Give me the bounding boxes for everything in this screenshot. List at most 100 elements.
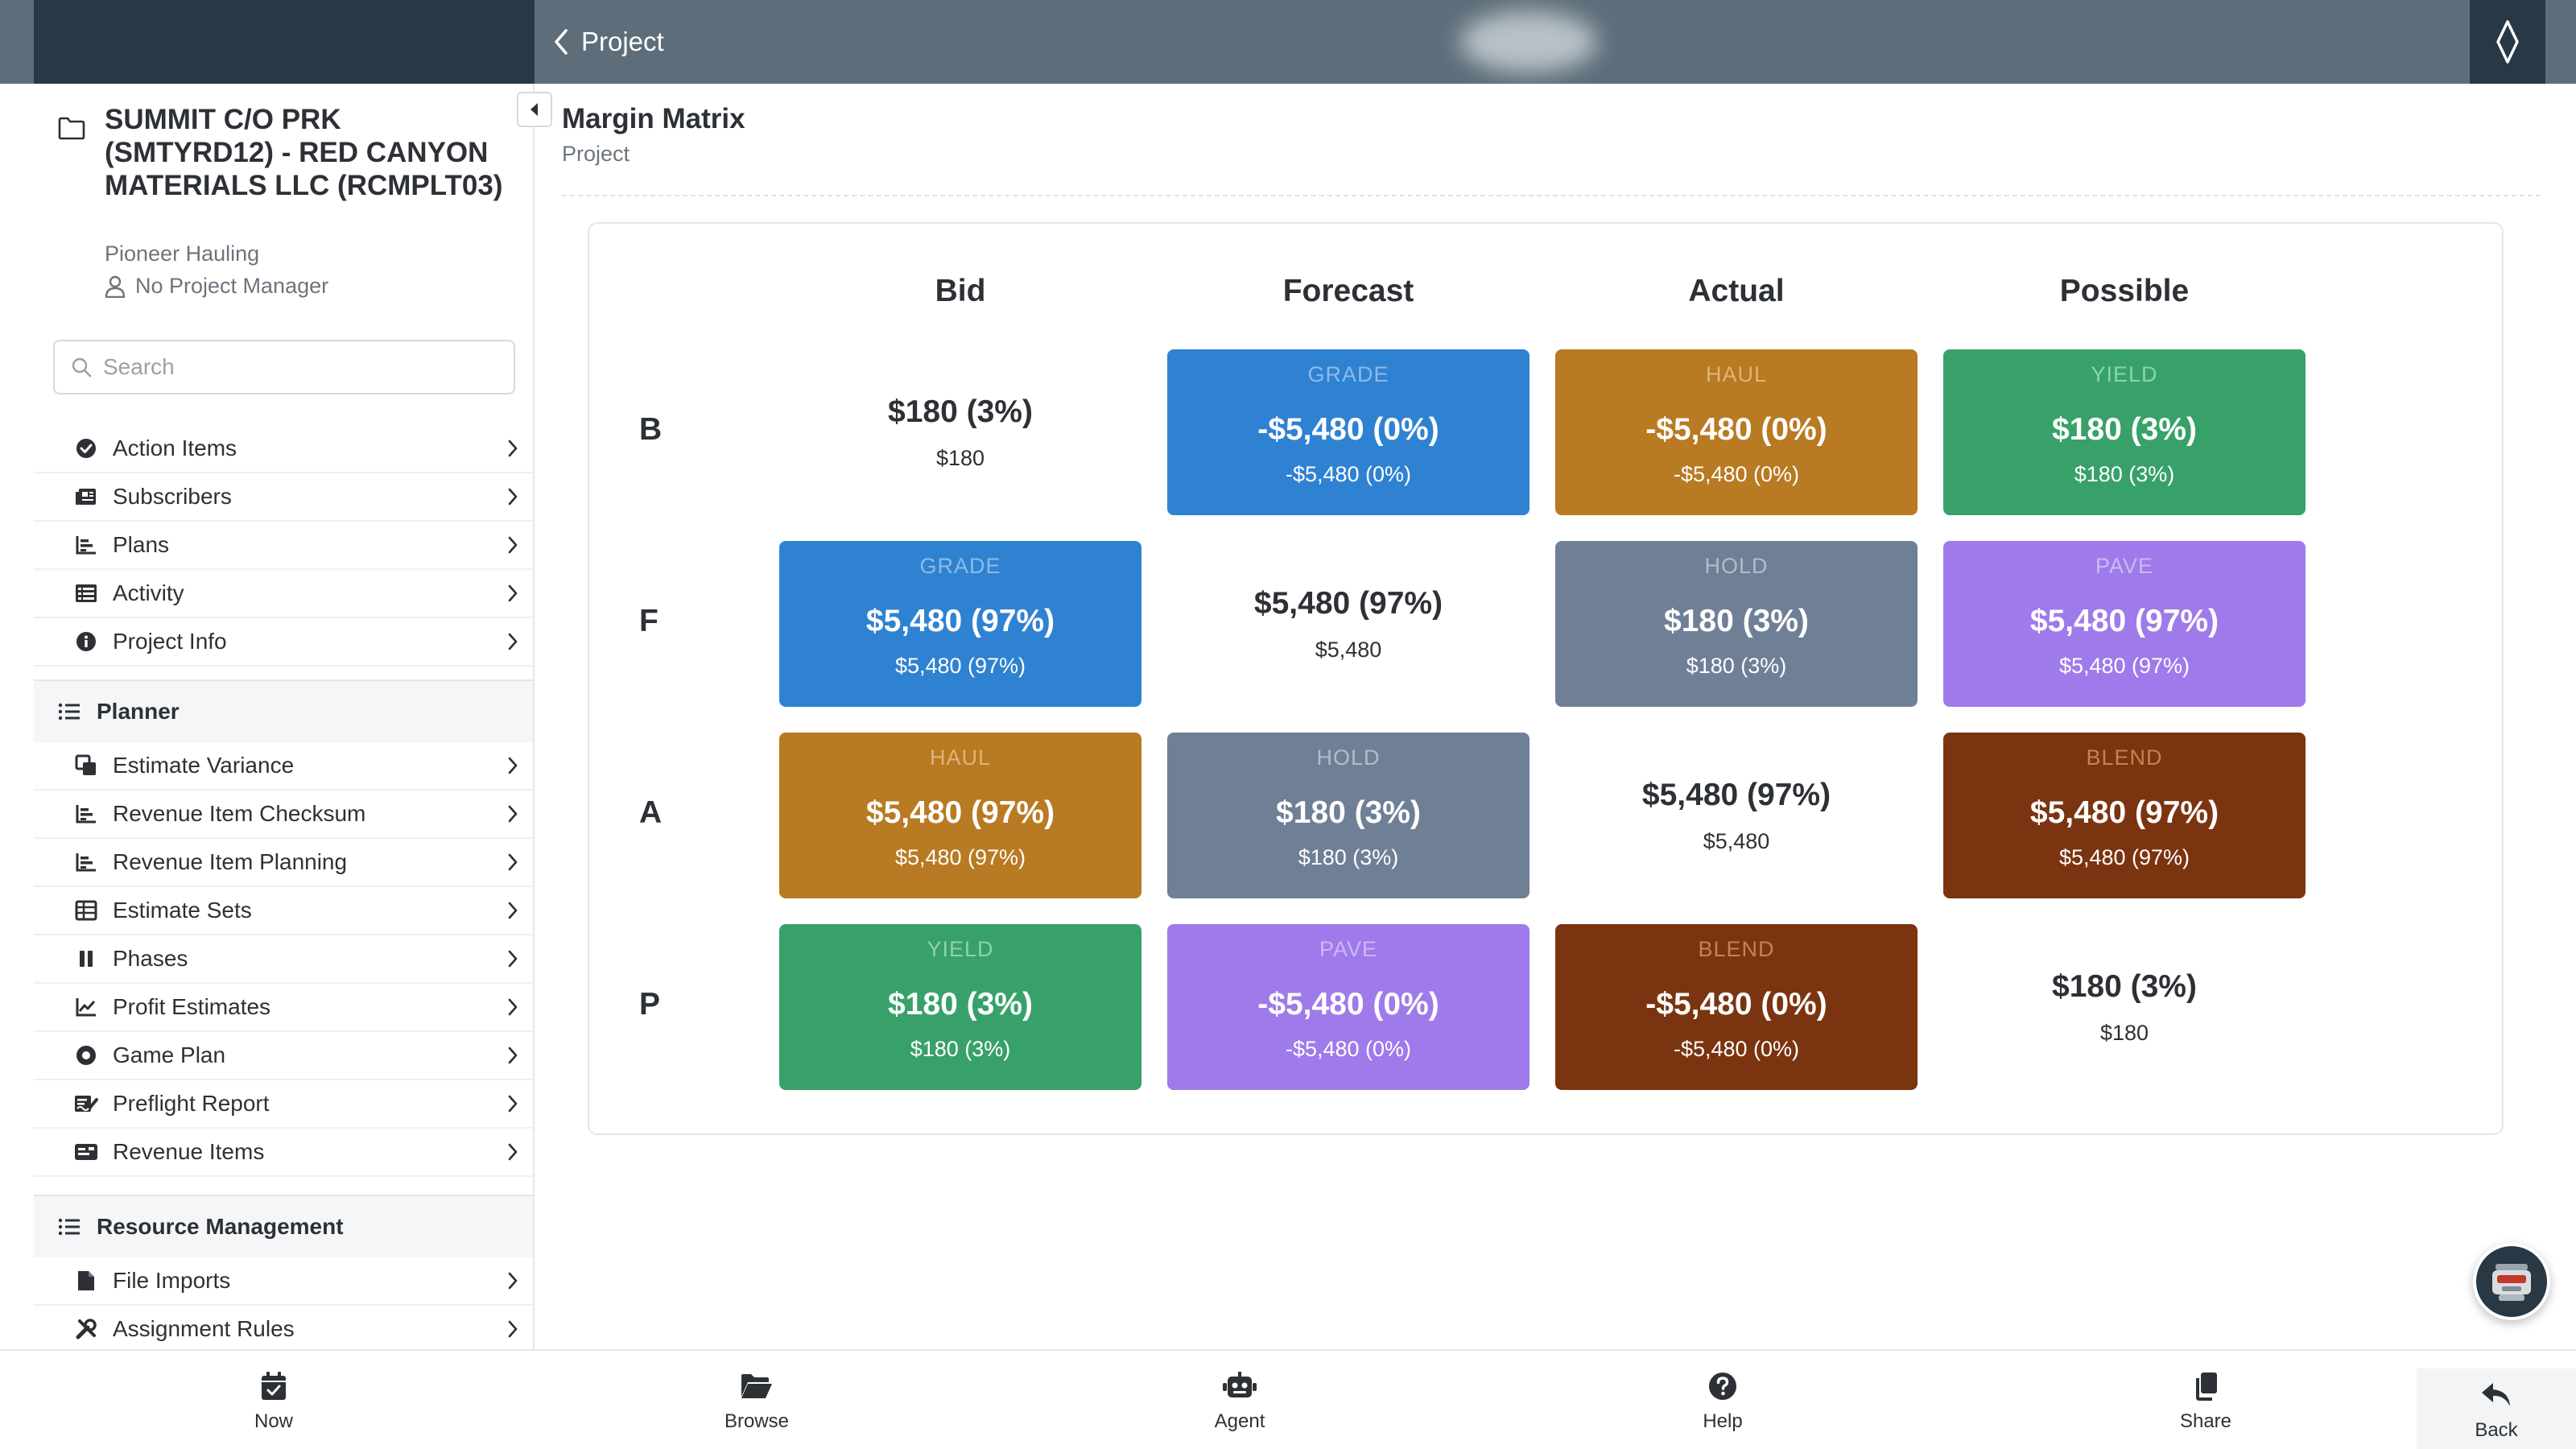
- back-to-project-link[interactable]: Project: [552, 27, 664, 57]
- search-icon: [72, 357, 92, 378]
- topbar-brand-area: [0, 0, 535, 84]
- matrix-cell-subvalue: -$5,480 (0%): [1673, 1037, 1800, 1061]
- folder-icon: [58, 117, 85, 140]
- sidebar-item-profit-estimates[interactable]: Profit Estimates: [34, 984, 533, 1032]
- bottom-nav-back[interactable]: Back: [2417, 1368, 2576, 1449]
- matrix-cell[interactable]: BLEND -$5,480 (0%) -$5,480 (0%): [1555, 924, 1918, 1090]
- bottom-nav-label: Share: [2179, 1410, 2232, 1432]
- sidebar-item-file-imports[interactable]: File Imports: [34, 1257, 533, 1306]
- sidebar-item-estimate-sets[interactable]: Estimate Sets: [34, 887, 533, 935]
- main-content: Margin Matrix Project Bid Forecast Actual P…: [536, 84, 2576, 1349]
- matrix-cell-subvalue: $5,480 (97%): [2058, 845, 2190, 869]
- matrix-cell-value: $180 (3%): [1664, 604, 1809, 638]
- matrix-cell-tag: PAVE: [2095, 554, 2154, 578]
- matrix-cell[interactable]: PAVE $5,480 (97%) $5,480 (97%): [1943, 541, 2306, 707]
- matrix-cell[interactable]: HAUL $5,480 (97%) $5,480 (97%): [779, 733, 1141, 898]
- sidebar-item-label: Revenue Items: [113, 1139, 265, 1164]
- sidebar-collapse-button[interactable]: [517, 92, 552, 127]
- bottom-nav-label: Browse: [724, 1410, 790, 1432]
- matrix-cell-tag: GRADE: [919, 554, 1001, 578]
- matrix-cell-value: -$5,480 (0%): [1645, 987, 1827, 1022]
- matrix-row-header-f: F: [639, 604, 658, 638]
- matrix-cell-subvalue: -$5,480 (0%): [1673, 462, 1800, 486]
- matrix-cell-subvalue: $5,480 (97%): [894, 654, 1026, 678]
- bottom-nav-help[interactable]: Help: [1642, 1351, 1803, 1449]
- sidebar-item-preflight-report[interactable]: Preflight Report: [34, 1080, 533, 1129]
- bottom-nav-browse[interactable]: Browse: [676, 1351, 837, 1449]
- tools-icon: [74, 1317, 98, 1341]
- bottom-nav-agent[interactable]: Agent: [1159, 1351, 1320, 1449]
- matrix-cell-value: $180 (3%): [1276, 795, 1421, 830]
- sidebar-item-label: Activity: [113, 580, 184, 605]
- bottom-nav-share[interactable]: Share: [2125, 1351, 2286, 1449]
- bottom-nav-label: Help: [1703, 1410, 1743, 1432]
- matrix-cell[interactable]: GRADE $5,480 (97%) $5,480 (97%): [779, 541, 1141, 707]
- matrix-cell-tag: BLEND: [1698, 937, 1775, 961]
- sidebar-item-assignment-rules[interactable]: Assignment Rules: [34, 1306, 533, 1349]
- matrix-cell[interactable]: YIELD $180 (3%) $180 (3%): [779, 924, 1141, 1090]
- sidebar-item-label: Subscribers: [113, 484, 232, 509]
- chevron-right-icon: [508, 998, 518, 1016]
- matrix-cell[interactable]: BLEND $5,480 (97%) $5,480 (97%): [1943, 733, 2306, 898]
- sidebar-item-revenue-item-checksum[interactable]: Revenue Item Checksum: [34, 791, 533, 839]
- info-circle-icon: [74, 630, 98, 654]
- sidebar-item-estimate-variance[interactable]: Estimate Variance: [34, 742, 533, 791]
- page-title: Margin Matrix: [562, 103, 745, 134]
- page-subtitle: Project: [562, 142, 630, 166]
- nav-top-list: Action Items Subscribers Plans Activity Proj…: [34, 425, 533, 667]
- bottom-nav-label: Back: [2475, 1419, 2518, 1441]
- matrix-cell-subvalue: $180 (3%): [910, 1037, 1011, 1061]
- title-divider: [562, 195, 2541, 196]
- chevron-right-icon: [508, 1046, 518, 1064]
- matrix-cell-value: $180 (3%): [888, 987, 1033, 1022]
- app-logo-button[interactable]: [2470, 0, 2545, 84]
- sidebar-item-project-info[interactable]: Project Info: [34, 618, 533, 667]
- sidebar-item-phases[interactable]: Phases: [34, 935, 533, 984]
- section-header-planner[interactable]: Planner: [34, 679, 533, 742]
- folder-open-icon: [739, 1368, 774, 1404]
- agent-assistant-button[interactable]: [2473, 1243, 2550, 1320]
- chevron-right-icon: [508, 584, 518, 602]
- chevron-right-icon: [508, 1320, 518, 1338]
- sidebar-item-game-plan[interactable]: Game Plan: [34, 1032, 533, 1080]
- matrix-cell-value: $5,480 (97%): [865, 604, 1055, 638]
- sidebar-item-label: Revenue Item Checksum: [113, 801, 366, 826]
- sidebar-search: [53, 340, 515, 394]
- matrix-cell-subvalue: $5,480: [1315, 637, 1382, 662]
- matrix-cell-tag: BLEND: [2086, 745, 2163, 770]
- file-icon: [74, 1269, 98, 1293]
- matrix-cell[interactable]: YIELD $180 (3%) $180 (3%): [1943, 349, 2306, 515]
- sidebar-item-activity[interactable]: Activity: [34, 570, 533, 618]
- bottom-nav-now[interactable]: Now: [193, 1351, 354, 1449]
- sidebar-item-plans[interactable]: Plans: [34, 522, 533, 570]
- pause-icon: [74, 947, 98, 971]
- topbar-edge-right: [2545, 0, 2576, 84]
- chevron-right-icon: [508, 757, 518, 774]
- matrix-cell-value: $5,480 (97%): [1641, 777, 1831, 812]
- section-title: Resource Management: [97, 1214, 344, 1239]
- matrix-cell-value: $5,480 (97%): [865, 795, 1055, 830]
- clone-icon: [74, 753, 98, 778]
- search-input[interactable]: [103, 354, 489, 380]
- matrix-cell-subvalue: -$5,480 (0%): [1285, 1037, 1412, 1061]
- sidebar-item-label: Estimate Variance: [113, 753, 295, 778]
- list-icon: [74, 581, 98, 605]
- sidebar-item-revenue-item-planning[interactable]: Revenue Item Planning: [34, 839, 533, 887]
- matrix-cell-value: $180 (3%): [2052, 412, 2197, 447]
- section-header-resource[interactable]: Resource Management: [34, 1195, 533, 1257]
- sidebar-item-action-items[interactable]: Action Items: [34, 425, 533, 473]
- project-manager-label: No Project Manager: [135, 274, 329, 298]
- caret-left-icon: [530, 103, 538, 116]
- matrix-cell-subvalue: $5,480 (97%): [2058, 654, 2190, 678]
- matrix-cell[interactable]: PAVE -$5,480 (0%) -$5,480 (0%): [1167, 924, 1530, 1090]
- matrix-cell[interactable]: HOLD $180 (3%) $180 (3%): [1167, 733, 1530, 898]
- matrix-cell[interactable]: GRADE -$5,480 (0%) -$5,480 (0%): [1167, 349, 1530, 515]
- bottom-nav-label: Now: [254, 1410, 293, 1432]
- sidebar-item-revenue-items[interactable]: Revenue Items: [34, 1129, 533, 1177]
- matrix-cell-value: -$5,480 (0%): [1645, 412, 1827, 447]
- matrix-cell-tag: HAUL: [929, 745, 992, 770]
- matrix-cell[interactable]: HAUL -$5,480 (0%) -$5,480 (0%): [1555, 349, 1918, 515]
- matrix-cell[interactable]: HOLD $180 (3%) $180 (3%): [1555, 541, 1918, 707]
- sidebar-item-subscribers[interactable]: Subscribers: [34, 473, 533, 522]
- matrix-cell-value: -$5,480 (0%): [1257, 412, 1439, 447]
